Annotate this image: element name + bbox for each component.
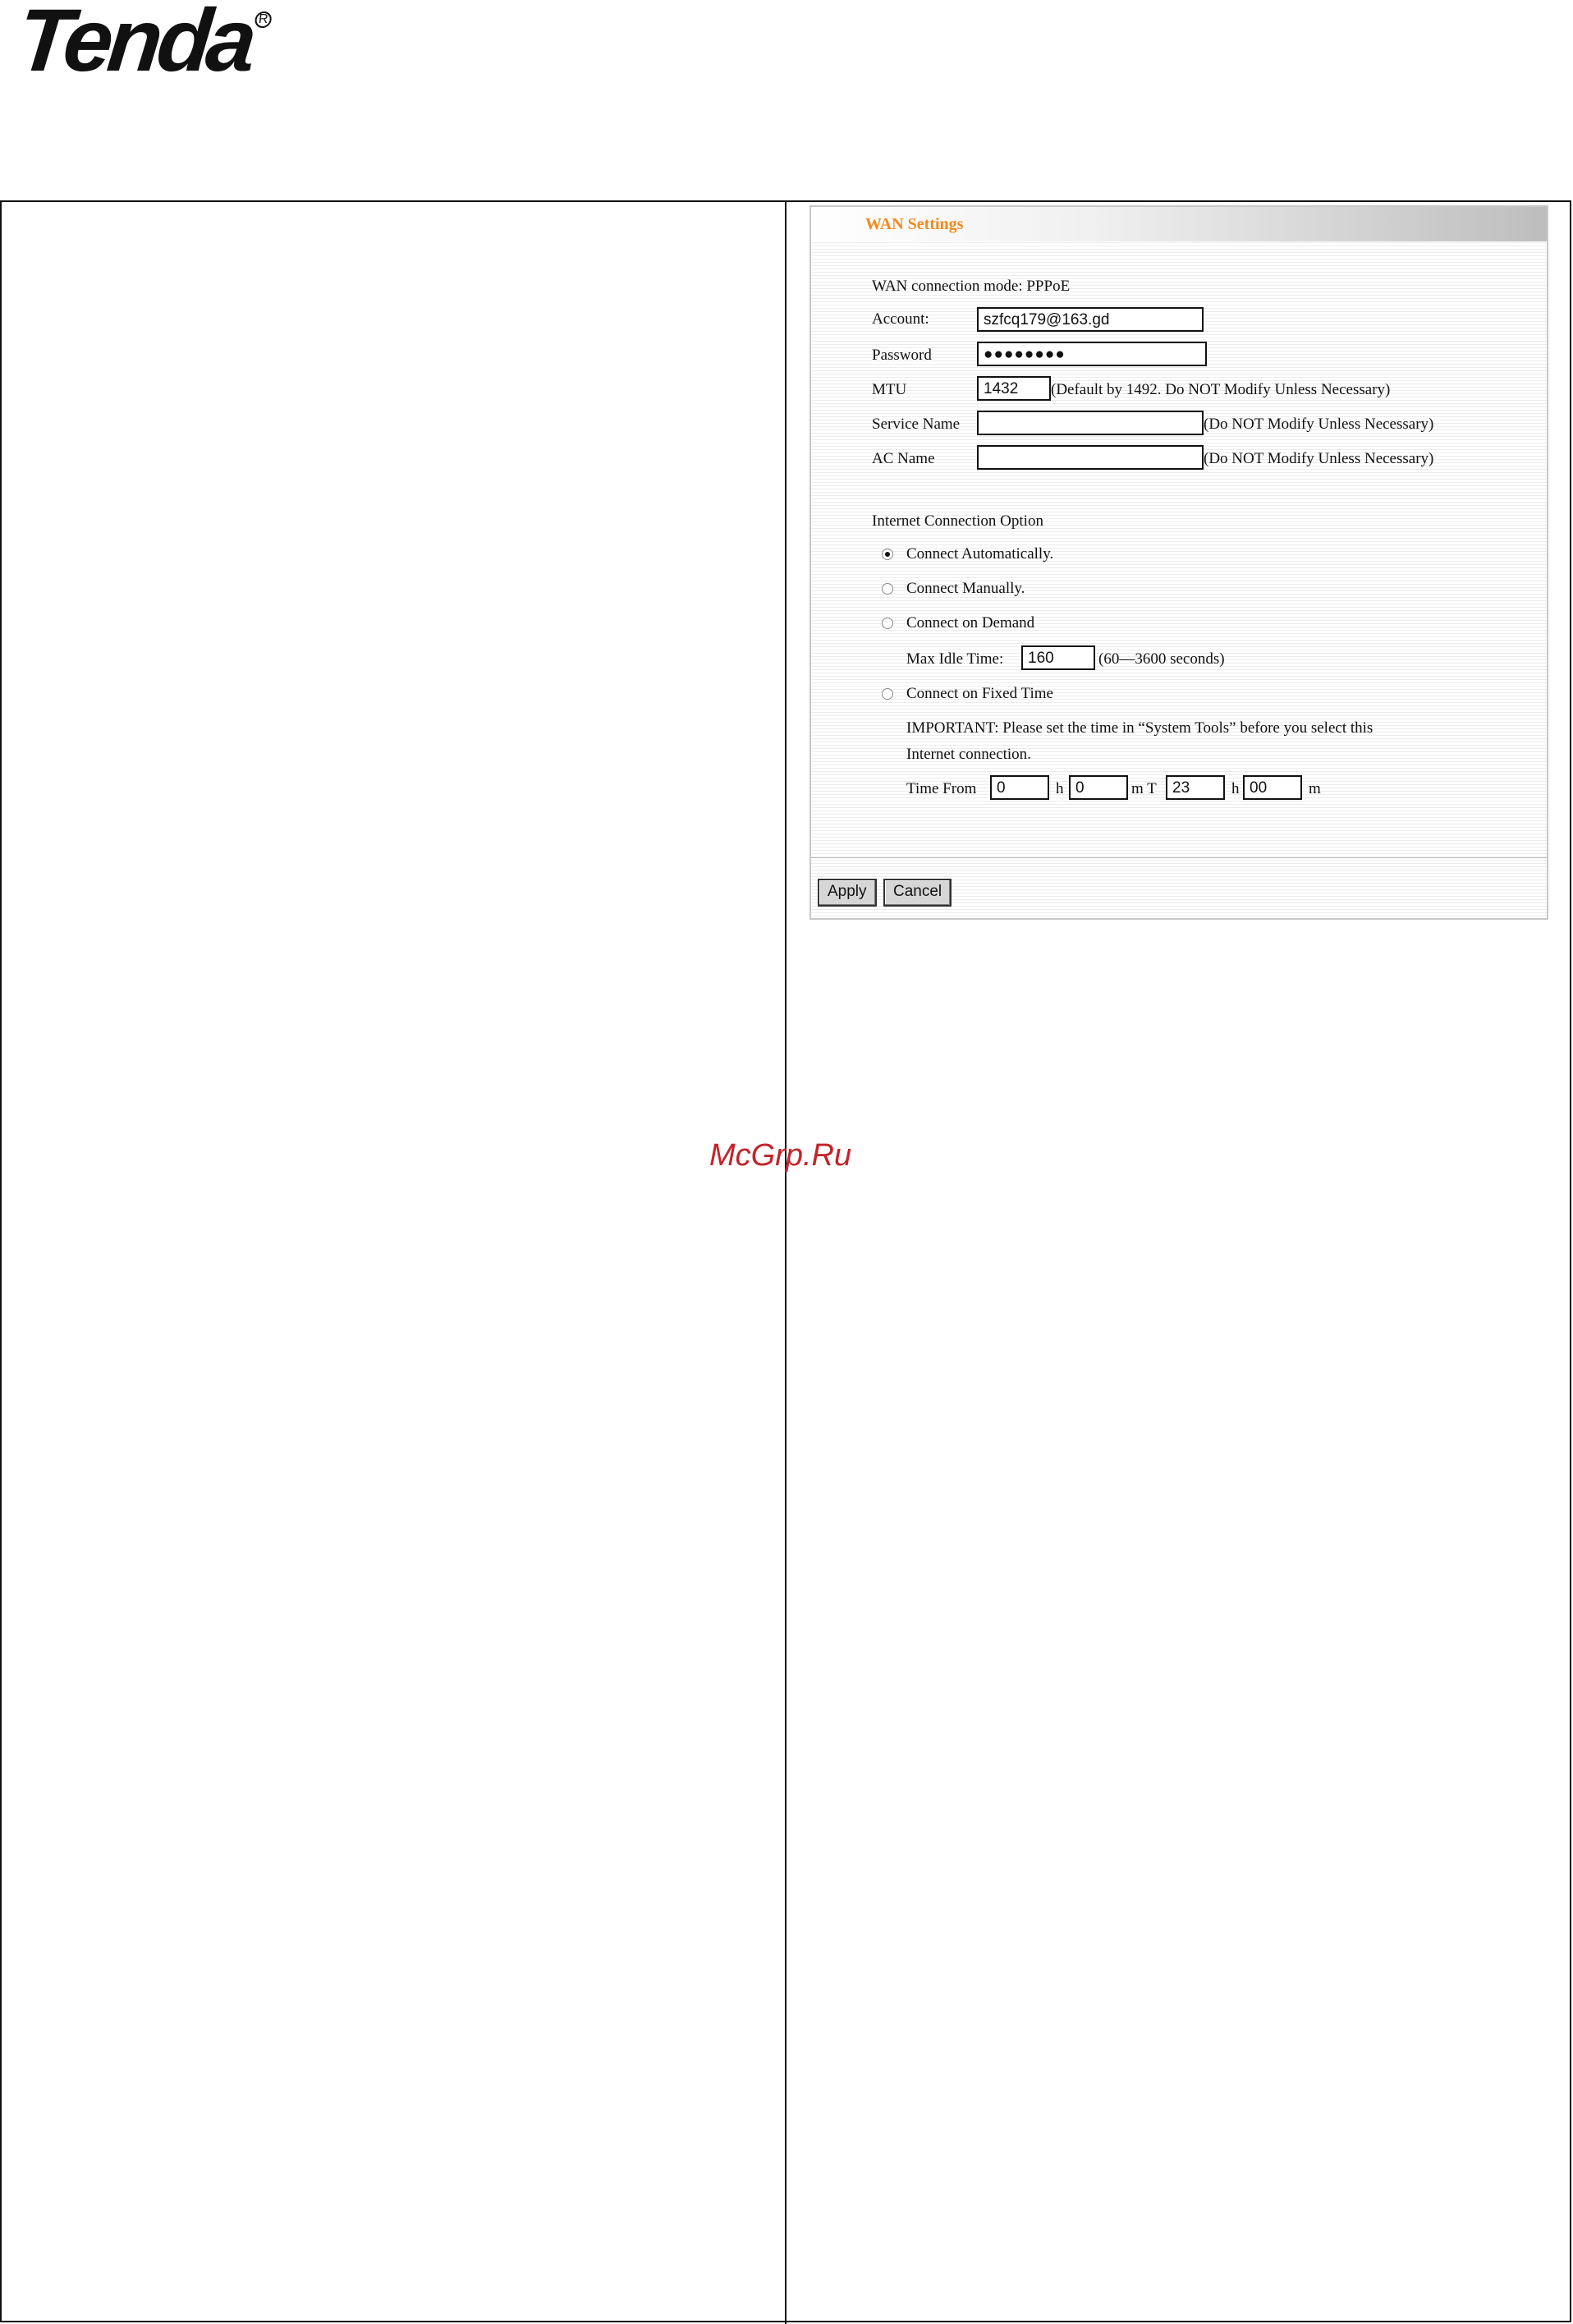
- radio-connect-on-demand[interactable]: [882, 618, 893, 629]
- time-from-minute-input[interactable]: 0: [1069, 775, 1128, 800]
- cancel-button[interactable]: Cancel: [883, 879, 952, 907]
- column-divider: [785, 200, 786, 2324]
- radio-connect-fixed-time[interactable]: [882, 688, 893, 700]
- max-idle-input[interactable]: 160: [1021, 645, 1095, 670]
- radio-connect-automatically[interactable]: [882, 549, 893, 560]
- panel-title: WAN Settings: [865, 215, 964, 233]
- max-idle-label: Max Idle Time:: [906, 650, 1004, 668]
- max-idle-hint: (60—3600 seconds): [1098, 650, 1225, 668]
- wan-mode-label: WAN connection mode: PPPoE: [872, 278, 1071, 295]
- account-label: Account:: [872, 310, 929, 328]
- hour-label-1: h: [1056, 780, 1064, 797]
- connect-on-demand-label: Connect on Demand: [906, 614, 1035, 632]
- ac-name-label: AC Name: [872, 450, 935, 467]
- panel-header: WAN Settings: [811, 207, 1547, 241]
- mtu-label: MTU: [872, 381, 907, 398]
- hour-label-2: h: [1231, 780, 1240, 797]
- apply-button[interactable]: Apply: [818, 879, 877, 907]
- time-to-hour-input[interactable]: 23: [1166, 775, 1225, 800]
- password-input[interactable]: ●●●●●●●●: [977, 342, 1207, 366]
- radio-connect-manually[interactable]: [882, 583, 893, 595]
- time-from-hour-input[interactable]: 0: [990, 775, 1049, 800]
- time-to-minute-input[interactable]: 00: [1243, 775, 1302, 800]
- ac-name-input[interactable]: [977, 445, 1204, 470]
- minute-label-2: m: [1309, 780, 1321, 797]
- service-name-input[interactable]: [977, 411, 1204, 435]
- connect-automatically-label: Connect Automatically.: [906, 545, 1054, 563]
- button-separator: [811, 857, 1547, 858]
- connection-option-heading: Internet Connection Option: [872, 512, 1043, 530]
- connect-manually-label: Connect Manually.: [906, 580, 1025, 597]
- time-from-label: Time From: [906, 780, 977, 797]
- watermark: McGrp.Ru: [709, 1138, 852, 1173]
- service-name-hint: (Do NOT Modify Unless Necessary): [1204, 416, 1434, 433]
- mtu-hint: (Default by 1492. Do NOT Modify Unless N…: [1051, 381, 1391, 398]
- registered-mark: R: [254, 11, 273, 28]
- important-note-line1: IMPORTANT: Please set the time in “Syste…: [906, 719, 1374, 737]
- tenda-logo: Tenda R: [13, 0, 273, 90]
- mtu-input[interactable]: 1432: [977, 376, 1051, 401]
- minute-to-label: m T: [1131, 780, 1157, 797]
- connect-fixed-time-label: Connect on Fixed Time: [906, 685, 1053, 702]
- ac-name-hint: (Do NOT Modify Unless Necessary): [1204, 450, 1434, 467]
- important-note-line2: Internet connection.: [906, 746, 1031, 763]
- account-input[interactable]: szfcq179@163.gd: [977, 307, 1204, 332]
- password-label: Password: [872, 347, 932, 364]
- service-name-label: Service Name: [872, 416, 961, 433]
- wan-settings-panel: WAN Settings WAN connection mode: PPPoE …: [809, 205, 1548, 920]
